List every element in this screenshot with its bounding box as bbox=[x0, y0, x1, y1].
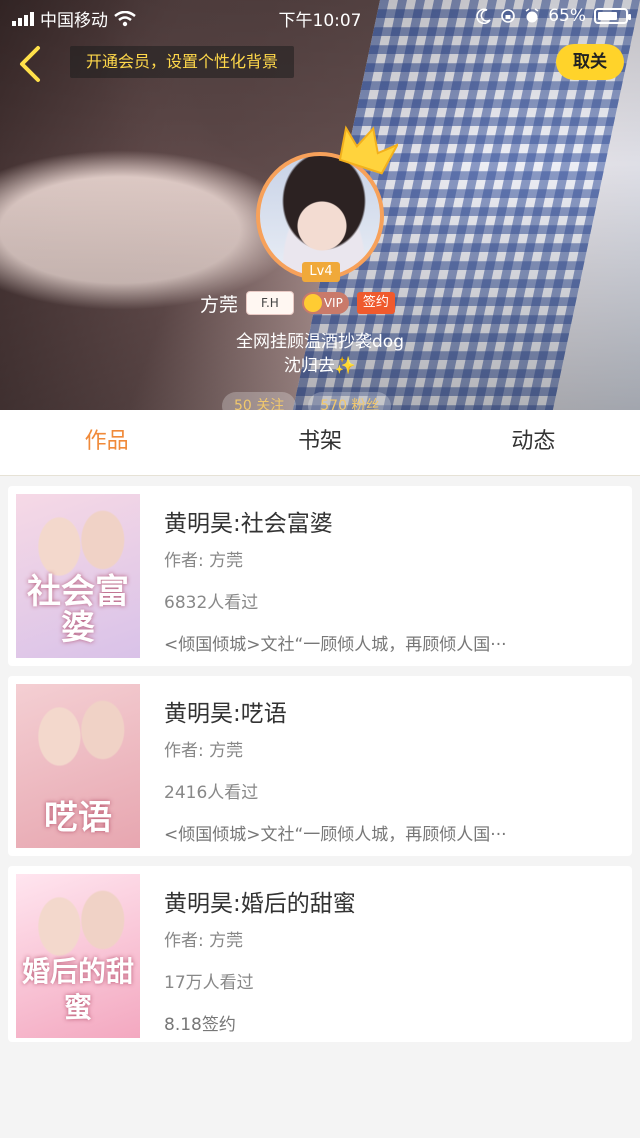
alarm-icon bbox=[525, 8, 539, 23]
book-views: 17万人看过 bbox=[164, 973, 254, 993]
profile-header: 中国移动 下午10:07 65% 开通会员，设置个性化背景 取关 Lv4 方莞 … bbox=[0, 0, 640, 410]
book-signed-date: 8.18签约 bbox=[164, 1015, 236, 1035]
signed-badge: 签约 bbox=[356, 292, 395, 314]
book-author: 作者: 方莞 bbox=[164, 551, 244, 571]
book-title: 黄明昊:婚后的甜蜜 bbox=[164, 891, 356, 917]
fans-count[interactable]: 570 粉丝 bbox=[308, 392, 392, 410]
book-description: <倾国倾城>文社“一顾倾人城，再顾倾人国··· bbox=[164, 635, 507, 655]
user-name: 方莞 bbox=[200, 293, 239, 316]
vip-background-promo[interactable]: 开通会员，设置个性化背景 bbox=[70, 46, 295, 78]
profile-page: 中国移动 下午10:07 65% 开通会员，设置个性化背景 取关 Lv4 方莞 … bbox=[0, 0, 640, 1138]
list-item[interactable]: 呓语 黄明昊:呓语 作者: 方莞 2416人看过 <倾国倾城>文社“一顾倾人城，… bbox=[8, 676, 632, 856]
book-author: 作者: 方莞 bbox=[164, 741, 244, 761]
book-cover: 呓语 bbox=[16, 684, 140, 848]
rotation-lock-icon bbox=[501, 9, 516, 23]
list-item[interactable]: 社会富婆 黄明昊:社会富婆 作者: 方莞 6832人看过 <倾国倾城>文社“一顾… bbox=[8, 486, 632, 666]
crown-icon bbox=[338, 125, 398, 175]
vip-icon bbox=[303, 294, 322, 312]
moon-icon bbox=[476, 8, 491, 24]
book-description: <倾国倾城>文社“一顾倾人城，再顾倾人国··· bbox=[164, 825, 507, 845]
tab-works[interactable]: 作品 bbox=[0, 410, 213, 475]
user-bio: 全网挂顾温酒抄袭dog 沈归去✨ bbox=[236, 332, 404, 376]
battery-percent: 65% bbox=[548, 6, 586, 26]
vip-badge[interactable]: VIP bbox=[301, 292, 349, 314]
tab-bookshelf[interactable]: 书架 bbox=[213, 410, 426, 475]
status-bar: 中国移动 下午10:07 65% bbox=[0, 0, 640, 34]
profile-tabs: 作品 书架 动态 bbox=[0, 410, 640, 476]
chevron-left-icon bbox=[20, 46, 40, 82]
book-author: 作者: 方莞 bbox=[164, 931, 244, 951]
user-stats: 50 关注 570 粉丝 bbox=[222, 392, 392, 410]
list-item[interactable]: 婚后的甜蜜 黄明昊:婚后的甜蜜 作者: 方莞 17万人看过 8.18签约 bbox=[8, 866, 632, 1042]
level-badge: Lv4 bbox=[302, 262, 340, 282]
book-views: 2416人看过 bbox=[164, 783, 259, 803]
book-cover: 社会富婆 bbox=[16, 494, 140, 658]
battery-icon bbox=[594, 8, 631, 24]
back-button[interactable] bbox=[14, 44, 50, 84]
book-title: 黄明昊:呓语 bbox=[164, 701, 287, 727]
following-count[interactable]: 50 关注 bbox=[222, 392, 297, 410]
book-title: 黄明昊:社会富婆 bbox=[164, 511, 333, 537]
fan-tag[interactable]: F.H bbox=[246, 291, 294, 315]
user-info-row: 方莞 F.H VIP 签约 bbox=[200, 288, 395, 318]
book-cover: 婚后的甜蜜 bbox=[16, 874, 140, 1038]
book-views: 6832人看过 bbox=[164, 593, 259, 613]
unfollow-button[interactable]: 取关 bbox=[556, 44, 624, 80]
tab-activity[interactable]: 动态 bbox=[427, 410, 640, 475]
